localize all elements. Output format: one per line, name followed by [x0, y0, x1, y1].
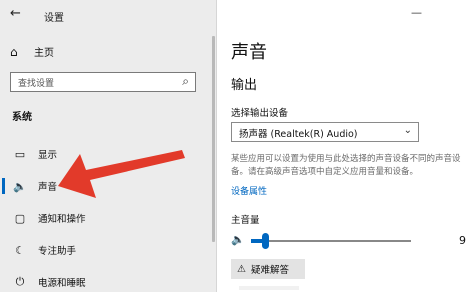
sidebar-item-sound[interactable]: 🔈 声音: [0, 174, 210, 198]
sidebar-item-label: 显示: [38, 150, 58, 161]
sidebar-scrollbar[interactable]: [212, 36, 215, 242]
output-device-label: 选择输出设备: [231, 108, 289, 119]
search-input[interactable]: 查找设置 ⌕: [10, 72, 196, 92]
power-icon: ⏻: [15, 275, 25, 288]
troubleshoot-button[interactable]: ⚠ 疑难解答: [231, 259, 305, 279]
warning-icon: ⚠: [237, 263, 246, 275]
group-label-system: 系统: [12, 112, 32, 123]
search-icon[interactable]: ⌕: [182, 74, 189, 89]
sidebar-item-focus-assist[interactable]: ☾ 专注助手: [0, 238, 210, 262]
speaker-icon[interactable]: 🔈: [231, 233, 245, 246]
nav-home[interactable]: ⌂ 主页: [10, 44, 54, 60]
sidebar-item-label: 电源和睡眠: [38, 278, 86, 289]
output-description: 某些应用可以设置为使用与此处选择的声音设备不同的声音设备。请在高级声音选项中自定…: [231, 154, 461, 177]
sidebar-item-notifications[interactable]: ▢ 通知和操作: [0, 206, 210, 230]
active-indicator: [2, 178, 5, 194]
back-arrow-icon[interactable]: ←: [10, 6, 21, 21]
nav-home-label: 主页: [34, 48, 54, 59]
section-title-output: 输出: [231, 78, 258, 93]
volume-slider-track[interactable]: [251, 240, 411, 242]
sidebar-item-label: 声音: [38, 182, 58, 193]
partial-control: [239, 286, 299, 290]
sidebar-item-label: 专注助手: [38, 246, 77, 257]
output-device-value: 扬声器 (Realtek(R) Audio): [239, 129, 358, 140]
sidebar-item-display[interactable]: ▭ 显示: [0, 142, 210, 166]
device-properties-link[interactable]: 设备属性: [231, 184, 267, 197]
sidebar-item-label: 通知和操作: [38, 214, 86, 225]
home-icon: ⌂: [10, 44, 18, 59]
speaker-icon: 🔈: [13, 179, 27, 193]
troubleshoot-label: 疑难解答: [250, 265, 289, 276]
content-pane: — 声音 输出 选择输出设备 扬声器 (Realtek(R) Audio) ⌄ …: [217, 0, 474, 292]
sidebar-item-power-sleep[interactable]: ⏻ 电源和睡眠: [0, 270, 210, 294]
volume-value: 9: [459, 234, 466, 247]
title-bar: ← 设置: [0, 0, 216, 28]
minimize-icon[interactable]: —: [411, 6, 422, 19]
search-placeholder: 查找设置: [18, 79, 55, 89]
sidebar: ← 设置 ⌂ 主页 查找设置 ⌕ 系统 ▭ 显示 🔈 声音 ▢ 通知和操作 ☾ …: [0, 0, 217, 292]
volume-slider-thumb[interactable]: [262, 233, 269, 249]
page-title: 声音: [231, 42, 267, 63]
output-device-select[interactable]: 扬声器 (Realtek(R) Audio) ⌄: [231, 122, 419, 142]
chevron-down-icon: ⌄: [403, 125, 412, 136]
notification-icon: ▢: [14, 211, 26, 225]
monitor-icon: ▭: [14, 147, 26, 161]
moon-icon: ☾: [15, 243, 25, 257]
master-volume-label: 主音量: [231, 215, 260, 226]
window-title: 设置: [44, 13, 64, 24]
